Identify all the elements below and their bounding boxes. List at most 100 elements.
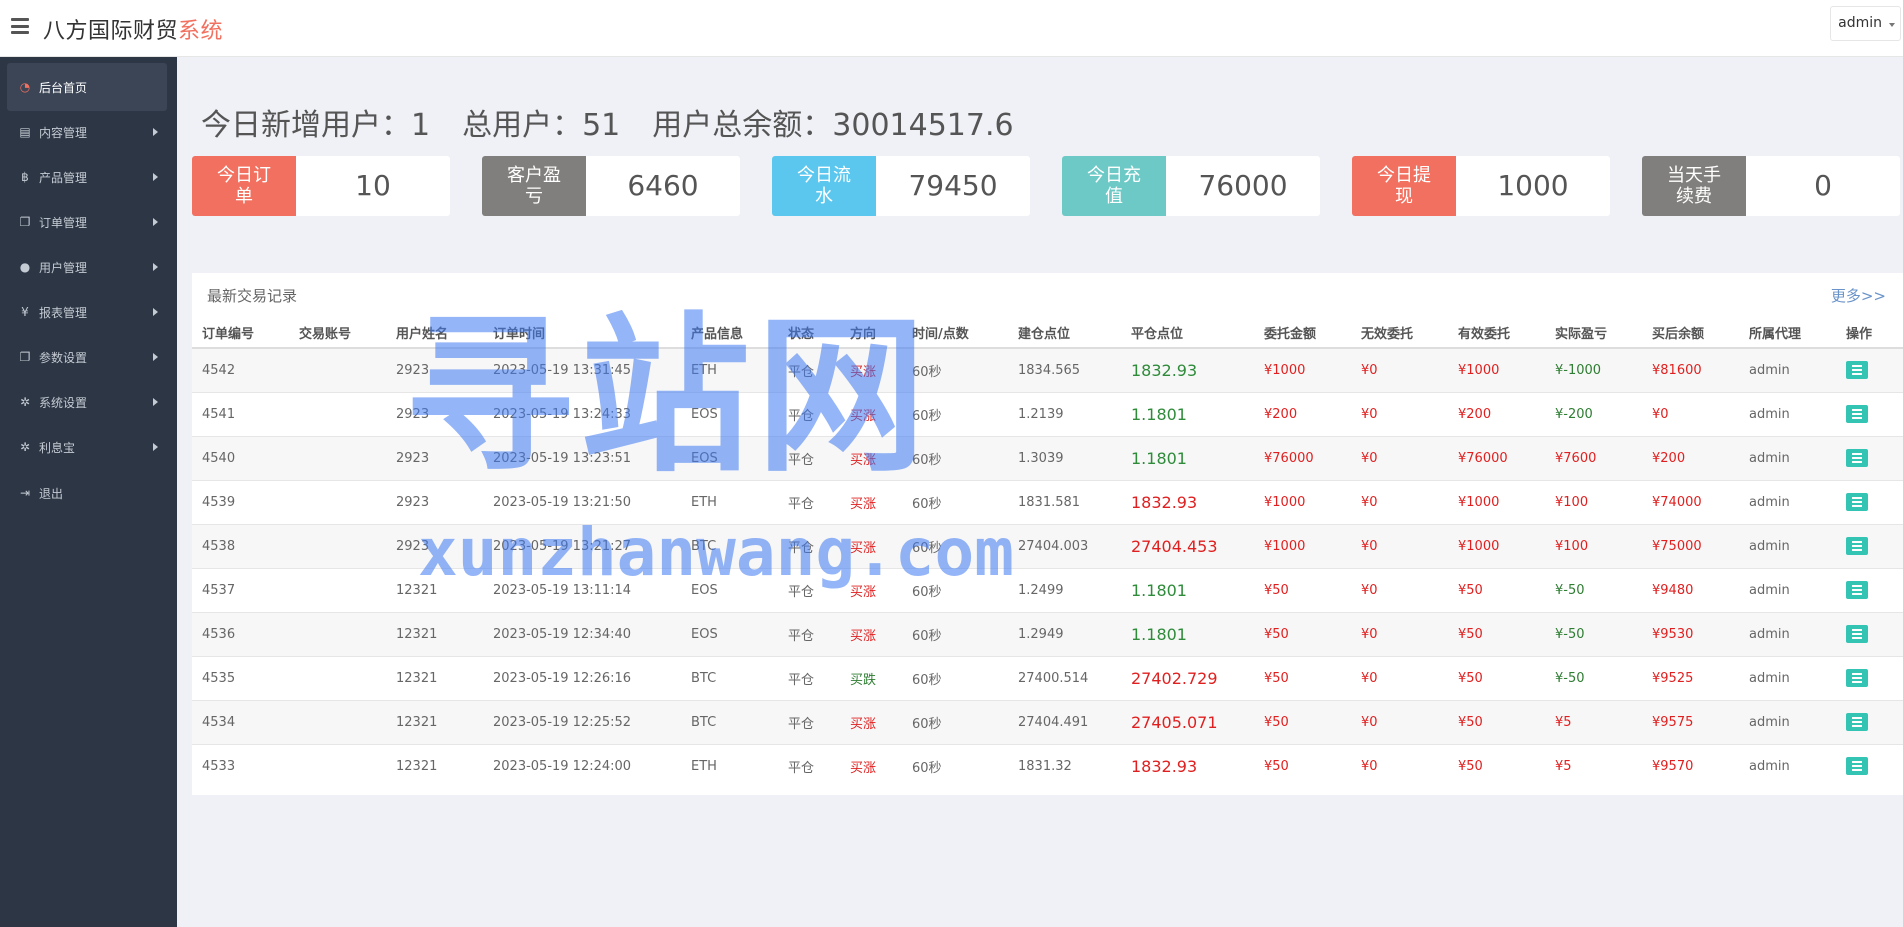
cell-product: EOS — [681, 567, 778, 612]
sidebar-item-6[interactable]: ❐ 参数设置 — [7, 333, 167, 381]
cell-action — [1836, 655, 1903, 700]
column-header: 委托金额 — [1254, 317, 1351, 349]
column-header: 方向 — [840, 317, 902, 349]
cell-id: 4539 — [192, 479, 289, 524]
cell-amount: ¥76000 — [1254, 435, 1351, 480]
cell-account — [289, 743, 386, 788]
cell-direction: 买涨 — [840, 391, 902, 436]
cell-time: 2023-05-19 12:25:52 — [483, 699, 681, 744]
cell-id: 4541 — [192, 391, 289, 436]
column-header: 无效委托 — [1351, 317, 1448, 349]
view-detail-icon[interactable] — [1846, 449, 1868, 467]
copy-icon: ❐ — [19, 215, 31, 229]
chevron-right-icon — [153, 308, 158, 316]
sidebar-item-label: 产品管理 — [39, 171, 88, 185]
cell-close: 1832.93 — [1121, 479, 1254, 524]
sidebar-item-2[interactable]: ฿ 产品管理 — [7, 153, 167, 201]
column-header: 产品信息 — [681, 317, 778, 349]
view-detail-icon[interactable] — [1846, 361, 1868, 380]
sidebar-item-3[interactable]: ❐ 订单管理 — [7, 198, 167, 246]
user-icon: ● — [19, 260, 31, 274]
sign-out-icon: ⇥ — [19, 486, 31, 500]
stat-label: 今日订单 — [192, 156, 296, 216]
gears-icon: ✲ — [19, 395, 31, 409]
sidebar-item-5[interactable]: ¥ 报表管理 — [7, 288, 167, 336]
cell-close: 1.1801 — [1121, 611, 1254, 656]
cell-action — [1836, 479, 1903, 524]
view-detail-icon[interactable] — [1846, 405, 1868, 423]
cell-time: 2023-05-19 12:24:00 — [483, 743, 681, 788]
view-detail-icon[interactable] — [1846, 625, 1868, 643]
view-detail-icon[interactable] — [1846, 537, 1868, 555]
cell-direction: 买涨 — [840, 567, 902, 612]
cell-action — [1836, 435, 1903, 480]
cell-status: 平仓 — [778, 567, 840, 612]
cell-invalid: ¥0 — [1351, 347, 1448, 392]
sidebar-item-7[interactable]: ✲ 系统设置 — [7, 378, 167, 426]
cell-balance: ¥9525 — [1642, 655, 1739, 700]
cell-invalid: ¥0 — [1351, 391, 1448, 436]
sidebar-item-label: 用户管理 — [39, 261, 88, 275]
cell-direction: 买涨 — [840, 743, 902, 788]
user-name: admin — [1838, 15, 1882, 31]
sidebar-item-8[interactable]: ✲ 利息宝 — [7, 423, 167, 471]
cell-valid: ¥50 — [1448, 655, 1545, 700]
cell-open: 1.3039 — [1008, 435, 1121, 480]
stat-value: 76000 — [1198, 169, 1288, 202]
sidebar-item-label: 利息宝 — [39, 441, 76, 455]
menu-toggle-icon[interactable] — [11, 18, 29, 34]
sidebar-item-4[interactable]: ● 用户管理 — [7, 243, 167, 291]
sidebar-item-9[interactable]: ⇥ 退出 — [7, 469, 167, 517]
cell-invalid: ¥0 — [1351, 523, 1448, 568]
cell-invalid: ¥0 — [1351, 435, 1448, 480]
new-users-text: 今日新增用户：1 — [201, 108, 431, 143]
caret-down-icon — [1889, 23, 1895, 27]
chevron-right-icon — [153, 218, 158, 226]
stat-value: 6460 — [627, 169, 699, 202]
view-detail-icon[interactable] — [1846, 581, 1868, 599]
cell-product: EOS — [681, 611, 778, 656]
dashboard-icon: ◔ — [19, 80, 31, 94]
cell-invalid: ¥0 — [1351, 567, 1448, 612]
sidebar-item-label: 报表管理 — [39, 306, 88, 320]
cell-valid: ¥50 — [1448, 611, 1545, 656]
cell-amount: ¥50 — [1254, 567, 1351, 612]
cell-valid: ¥50 — [1448, 699, 1545, 744]
cell-close: 27405.071 — [1121, 699, 1254, 744]
cell-id: 4540 — [192, 435, 289, 480]
cell-invalid: ¥0 — [1351, 611, 1448, 656]
cell-balance: ¥200 — [1642, 435, 1739, 480]
cell-direction: 买涨 — [840, 435, 902, 480]
view-detail-icon[interactable] — [1846, 713, 1868, 731]
view-detail-icon[interactable] — [1846, 669, 1868, 687]
user-dropdown[interactable]: admin — [1830, 6, 1901, 41]
cell-period: 60秒 — [902, 391, 1008, 436]
more-link[interactable]: 更多>> — [1831, 285, 1886, 306]
cell-status: 平仓 — [778, 743, 840, 788]
cell-status: 平仓 — [778, 523, 840, 568]
column-header: 时间/点数 — [902, 317, 1008, 349]
stat-card: 客户盈亏 6460 — [482, 156, 740, 216]
cell-action — [1836, 699, 1903, 744]
view-detail-icon[interactable] — [1846, 757, 1868, 776]
cell-balance: ¥9575 — [1642, 699, 1739, 744]
cell-amount: ¥200 — [1254, 391, 1351, 436]
cell-action — [1836, 611, 1903, 656]
table-row: 4534 12321 2023-05-19 12:25:52 BTC 平仓 买涨 60秒 27… — [192, 699, 1903, 744]
cell-balance: ¥74000 — [1642, 479, 1739, 524]
cell-agent: admin — [1739, 699, 1836, 744]
sidebar-item-1[interactable]: ▤ 内容管理 — [7, 108, 167, 156]
cell-time: 2023-05-19 13:21:50 — [483, 479, 681, 524]
sidebar-item-0[interactable]: ◔ 后台首页 — [7, 63, 167, 111]
chevron-right-icon — [153, 398, 158, 406]
cell-agent: admin — [1739, 347, 1836, 392]
cell-period: 60秒 — [902, 567, 1008, 612]
cell-open: 1834.565 — [1008, 347, 1121, 392]
stat-card: 今日提现 1000 — [1352, 156, 1610, 216]
view-detail-icon[interactable] — [1846, 493, 1868, 511]
cell-balance: ¥9480 — [1642, 567, 1739, 612]
cell-action — [1836, 567, 1903, 612]
cell-time: 2023-05-19 12:34:40 — [483, 611, 681, 656]
cell-amount: ¥50 — [1254, 611, 1351, 656]
column-header: 买后余额 — [1642, 317, 1739, 349]
